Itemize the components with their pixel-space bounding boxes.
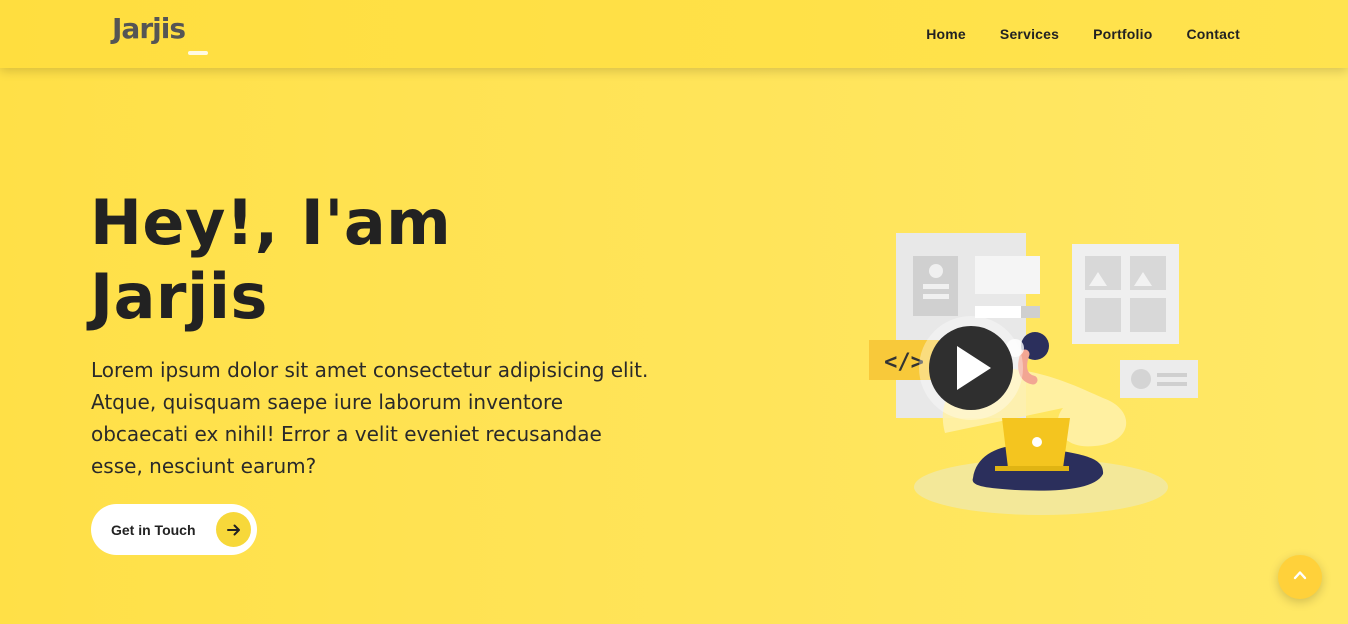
logo-text: Jarjis: [112, 12, 186, 45]
get-in-touch-button[interactable]: Get in Touch: [91, 504, 257, 555]
hero-title-line2: Jarjis: [90, 260, 268, 333]
play-icon[interactable]: [929, 326, 1013, 410]
navbar: Jarjis Home Services Portfolio Contact: [0, 0, 1348, 68]
hero-description: Lorem ipsum dolor sit amet consectetur a…: [91, 358, 649, 478]
nav-contact[interactable]: Contact: [1186, 26, 1240, 42]
nav-home[interactable]: Home: [926, 26, 966, 42]
hero-title-line1: Hey!, I'am: [90, 186, 452, 259]
hero-illustration: </>: [865, 228, 1205, 528]
chevron-up-icon: [1292, 567, 1308, 587]
nav-services[interactable]: Services: [1000, 26, 1059, 42]
logo[interactable]: Jarjis: [112, 10, 212, 60]
logo-tag: [188, 51, 208, 55]
code-tag-text: </>: [884, 350, 924, 375]
nav-portfolio[interactable]: Portfolio: [1093, 26, 1152, 42]
scroll-to-top-button[interactable]: [1278, 555, 1322, 599]
arrow-right-icon: [216, 512, 251, 547]
get-in-touch-label: Get in Touch: [111, 521, 196, 538]
hero-title: Hey!, I'am Jarjis: [90, 186, 451, 334]
main-nav: Home Services Portfolio Contact: [926, 26, 1240, 42]
